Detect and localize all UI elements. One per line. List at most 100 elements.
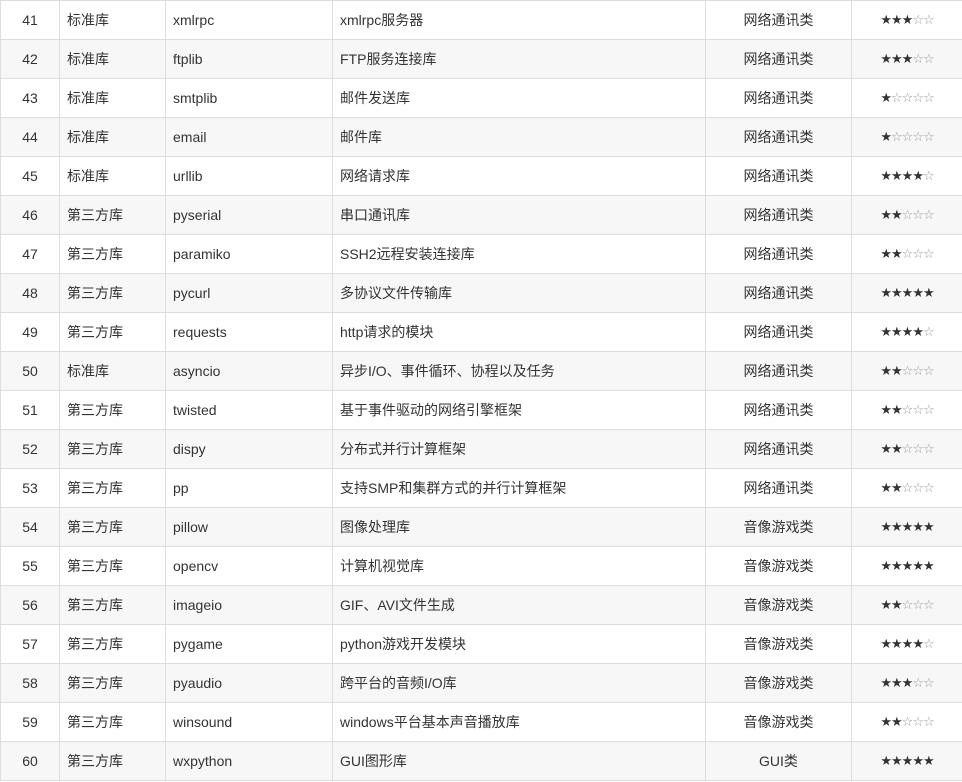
star-filled-icon: ★ <box>891 207 903 222</box>
library-description-cell: python游戏开发模块 <box>332 624 706 664</box>
star-filled-icon: ★ <box>901 285 914 300</box>
star-filled-icon: ★ <box>880 519 892 534</box>
star-empty-icon: ☆ <box>912 51 924 66</box>
rating-cell: ★☆☆☆☆ <box>851 78 962 118</box>
star-filled-icon: ★ <box>912 636 924 651</box>
star-filled-icon: ★ <box>891 168 903 183</box>
star-empty-icon: ☆ <box>912 441 924 456</box>
rating-cell: ★★★★★ <box>851 741 962 781</box>
library-description-cell: SSH2远程安装连接库 <box>332 234 706 274</box>
table-row: 55 第三方库 opencv 计算机视觉库 音像游戏类 ★★★★★ <box>0 546 962 586</box>
library-description-cell: xmlrpc服务器 <box>332 0 706 40</box>
library-description-cell: 支持SMP和集群方式的并行计算框架 <box>332 468 706 508</box>
row-index-cell: 46 <box>0 195 60 235</box>
row-index-cell: 43 <box>0 78 60 118</box>
rating-cell: ★★★☆☆ <box>851 663 962 703</box>
table-row: 41 标准库 xmlrpc xmlrpc服务器 网络通讯类 ★★★☆☆ <box>0 0 962 40</box>
star-empty-icon: ☆ <box>891 90 903 105</box>
row-index-cell: 59 <box>0 702 60 742</box>
row-index-cell: 60 <box>0 741 60 781</box>
star-empty-icon: ☆ <box>912 675 924 690</box>
star-filled-icon: ★ <box>891 597 903 612</box>
star-filled-icon: ★ <box>880 207 892 222</box>
library-type-cell: 第三方库 <box>59 234 166 274</box>
row-index-cell: 54 <box>0 507 60 547</box>
star-filled-icon: ★ <box>880 51 892 66</box>
library-table: 41 标准库 xmlrpc xmlrpc服务器 网络通讯类 ★★★☆☆ 42 标准库 ftpli… <box>0 0 962 781</box>
star-filled-icon: ★ <box>880 675 892 690</box>
library-type-cell: 标准库 <box>59 156 166 196</box>
table-row: 50 标准库 asyncio 异步I/O、事件循环、协程以及任务 网络通讯类 ★★☆☆☆ <box>0 351 962 391</box>
star-empty-icon: ☆ <box>912 90 924 105</box>
star-empty-icon: ☆ <box>901 402 914 417</box>
table-row: 42 标准库 ftplib FTP服务连接库 网络通讯类 ★★★☆☆ <box>0 39 962 79</box>
star-filled-icon: ★ <box>880 168 892 183</box>
rating-cell: ★★☆☆☆ <box>851 468 962 508</box>
library-category-cell: 网络通讯类 <box>705 312 852 352</box>
rating-cell: ★★☆☆☆ <box>851 585 962 625</box>
star-filled-icon: ★ <box>901 51 914 66</box>
library-type-cell: 第三方库 <box>59 546 166 586</box>
library-description-cell: 异步I/O、事件循环、协程以及任务 <box>332 351 706 391</box>
library-description-cell: 基于事件驱动的网络引擎框架 <box>332 390 706 430</box>
row-index-cell: 50 <box>0 351 60 391</box>
library-category-cell: 音像游戏类 <box>705 585 852 625</box>
star-filled-icon: ★ <box>922 753 935 768</box>
library-name-cell: pyserial <box>165 195 333 235</box>
library-name-cell: pillow <box>165 507 333 547</box>
star-filled-icon: ★ <box>891 753 903 768</box>
library-category-cell: GUI类 <box>705 741 852 781</box>
rating-cell: ★★☆☆☆ <box>851 390 962 430</box>
library-category-cell: 音像游戏类 <box>705 663 852 703</box>
row-index-cell: 57 <box>0 624 60 664</box>
library-type-cell: 标准库 <box>59 39 166 79</box>
star-filled-icon: ★ <box>891 12 903 27</box>
rating-cell: ★★★☆☆ <box>851 0 962 40</box>
star-empty-icon: ☆ <box>922 636 935 651</box>
library-category-cell: 音像游戏类 <box>705 624 852 664</box>
table-row: 51 第三方库 twisted 基于事件驱动的网络引擎框架 网络通讯类 ★★☆☆☆ <box>0 390 962 430</box>
library-description-cell: FTP服务连接库 <box>332 39 706 79</box>
star-filled-icon: ★ <box>891 519 903 534</box>
table-row: 54 第三方库 pillow 图像处理库 音像游戏类 ★★★★★ <box>0 507 962 547</box>
table-row: 44 标准库 email 邮件库 网络通讯类 ★☆☆☆☆ <box>0 117 962 157</box>
table-row: 59 第三方库 winsound windows平台基本声音播放库 音像游戏类 ★★☆☆☆ <box>0 702 962 742</box>
table-row: 60 第三方库 wxpython GUI图形库 GUI类 ★★★★★ <box>0 741 962 781</box>
row-index-cell: 53 <box>0 468 60 508</box>
star-filled-icon: ★ <box>912 753 924 768</box>
rating-cell: ★★★★★ <box>851 273 962 313</box>
row-index-cell: 41 <box>0 0 60 40</box>
table-row: 43 标准库 smtplib 邮件发送库 网络通讯类 ★☆☆☆☆ <box>0 78 962 118</box>
star-empty-icon: ☆ <box>901 363 914 378</box>
star-filled-icon: ★ <box>901 168 914 183</box>
library-description-cell: http请求的模块 <box>332 312 706 352</box>
star-empty-icon: ☆ <box>922 12 935 27</box>
star-filled-icon: ★ <box>912 324 924 339</box>
star-filled-icon: ★ <box>880 480 892 495</box>
rating-cell: ★★★★☆ <box>851 624 962 664</box>
library-type-cell: 标准库 <box>59 78 166 118</box>
library-name-cell: imageio <box>165 585 333 625</box>
star-filled-icon: ★ <box>891 636 903 651</box>
star-filled-icon: ★ <box>891 675 903 690</box>
rating-cell: ★★★☆☆ <box>851 39 962 79</box>
star-empty-icon: ☆ <box>922 168 935 183</box>
row-index-cell: 48 <box>0 273 60 313</box>
library-category-cell: 网络通讯类 <box>705 117 852 157</box>
star-empty-icon: ☆ <box>922 207 935 222</box>
star-empty-icon: ☆ <box>912 480 924 495</box>
star-empty-icon: ☆ <box>922 324 935 339</box>
star-empty-icon: ☆ <box>912 714 924 729</box>
star-filled-icon: ★ <box>880 402 892 417</box>
star-filled-icon: ★ <box>901 636 914 651</box>
row-index-cell: 51 <box>0 390 60 430</box>
table-row: 46 第三方库 pyserial 串口通讯库 网络通讯类 ★★☆☆☆ <box>0 195 962 235</box>
library-type-cell: 第三方库 <box>59 195 166 235</box>
star-empty-icon: ☆ <box>922 90 935 105</box>
rating-cell: ★★☆☆☆ <box>851 195 962 235</box>
star-empty-icon: ☆ <box>912 402 924 417</box>
star-empty-icon: ☆ <box>922 480 935 495</box>
library-type-cell: 第三方库 <box>59 663 166 703</box>
table-row: 58 第三方库 pyaudio 跨平台的音频I/O库 音像游戏类 ★★★☆☆ <box>0 663 962 703</box>
star-filled-icon: ★ <box>880 285 892 300</box>
